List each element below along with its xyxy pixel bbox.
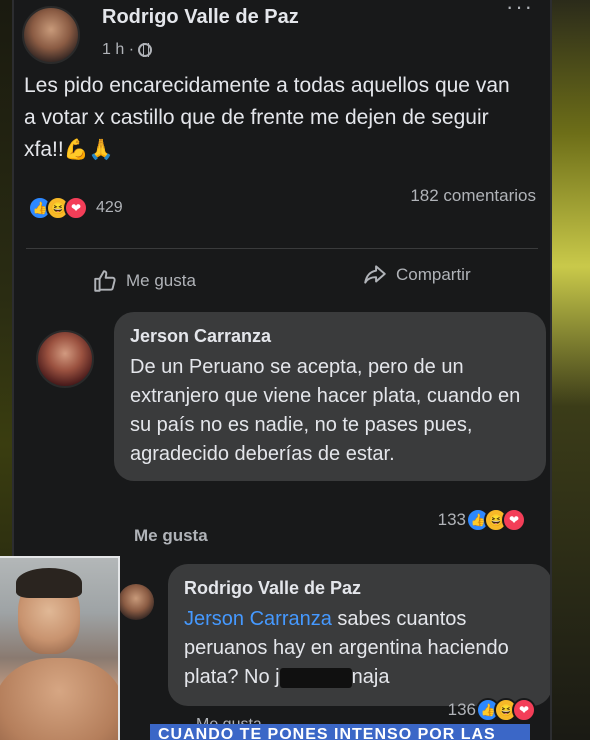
comment-reactions-count: 133 <box>437 510 466 529</box>
post-header: Rodrigo Valle de Paz 1 h · <box>22 6 299 64</box>
redaction-bar <box>279 667 352 688</box>
reply-mention[interactable]: Jerson Carranza <box>184 608 332 630</box>
comment-reactions[interactable]: 133 👍 😆 ❤ <box>438 508 526 532</box>
share-button[interactable]: Compartir <box>362 262 471 288</box>
thumbs-up-icon <box>94 270 116 292</box>
love-reaction-icon: ❤ <box>512 698 536 722</box>
love-reaction-icon: ❤ <box>64 196 88 220</box>
like-button[interactable]: Me gusta <box>92 268 196 294</box>
post-meta: 1 h · <box>102 41 299 59</box>
reply-bubble: Rodrigo Valle de Paz Jerson Carranza sab… <box>168 564 550 706</box>
post-author-block: Rodrigo Valle de Paz 1 h · <box>102 6 299 59</box>
comment: Jerson Carranza De un Peruano se acepta,… <box>36 312 546 481</box>
reply-body-end: naja <box>351 666 390 688</box>
reply-comment: Rodrigo Valle de Paz Jerson Carranza sab… <box>118 564 550 706</box>
reply-reactions-count: 136 <box>447 700 476 719</box>
comment-like-link[interactable]: Me gusta <box>134 526 208 546</box>
share-icon <box>364 265 386 284</box>
love-reaction-icon: ❤ <box>502 508 526 532</box>
post-reactions[interactable]: 👍 😆 ❤ 429 <box>28 196 123 220</box>
overlay-hair-shape <box>16 568 82 598</box>
reply-author-avatar[interactable] <box>118 584 154 620</box>
more-options-icon[interactable]: ··· <box>506 0 534 20</box>
comment-author[interactable]: Jerson Carranza <box>130 326 532 347</box>
post-comments-count[interactable]: 182 comentarios <box>410 186 536 206</box>
post-author-avatar[interactable] <box>22 6 80 64</box>
post-time[interactable]: 1 h · <box>102 41 134 59</box>
post-author-name[interactable]: Rodrigo Valle de Paz <box>102 6 299 29</box>
overlay-portrait-photo <box>0 556 120 740</box>
post-reactions-count: 429 <box>96 199 123 216</box>
overlay-body-shape <box>0 658 118 740</box>
post-actions: Me gusta Compartir <box>14 262 550 302</box>
like-button-label: Me gusta <box>126 271 196 290</box>
reply-author[interactable]: Rodrigo Valle de Paz <box>184 578 538 599</box>
globe-icon <box>138 43 153 57</box>
comment-text: De un Peruano se acepta, pero de un extr… <box>130 356 521 465</box>
commenter-avatar[interactable] <box>36 330 94 388</box>
share-button-label: Compartir <box>396 265 471 284</box>
reply-text: Jerson Carranza sabes cuantos peruanos h… <box>184 605 538 692</box>
comment-bubble: Jerson Carranza De un Peruano se acepta,… <box>114 312 546 481</box>
post-divider <box>26 248 538 249</box>
post-emojis: 💪🙏 <box>63 139 114 161</box>
post-text: Les pido encarecidamente a todas aquello… <box>24 70 524 166</box>
meme-caption: CUANDO TE PONES INTENSO POR LAS <box>150 724 530 740</box>
reply-reactions[interactable]: 136 👍 😆 ❤ <box>448 698 536 722</box>
